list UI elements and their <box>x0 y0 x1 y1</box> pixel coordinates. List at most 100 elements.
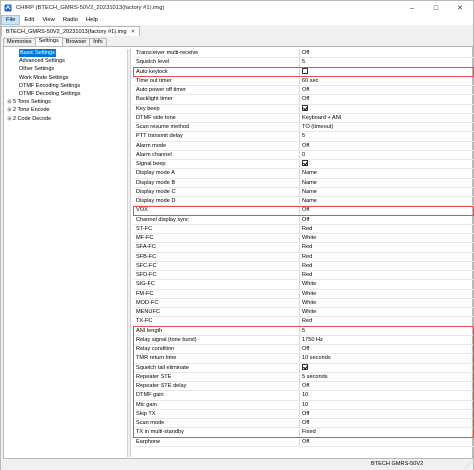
setting-value[interactable]: Off <box>300 49 474 57</box>
setting-value[interactable]: Off <box>300 206 474 214</box>
setting-row[interactable]: DTMF gain 10 <box>134 391 474 401</box>
setting-row[interactable]: Auto keylock <box>134 67 474 77</box>
setting-value[interactable]: 10 <box>300 391 474 399</box>
maximize-button[interactable]: ☐ <box>425 1 447 15</box>
menu-file[interactable]: File <box>1 15 21 25</box>
setting-value[interactable]: Keyboard + ANI <box>300 114 474 122</box>
setting-value[interactable]: TO (timeout) <box>300 123 474 131</box>
setting-row[interactable]: PTT transmit delay 5 <box>134 132 474 142</box>
setting-row[interactable]: ST-FC Red <box>134 224 474 234</box>
tree-item[interactable]: Basic Settings <box>6 49 116 58</box>
resize-grip-icon[interactable]: ⋰ <box>465 462 471 469</box>
setting-row[interactable]: Squelch level 5 <box>134 58 474 68</box>
setting-value[interactable] <box>300 104 474 113</box>
setting-row[interactable]: SFB-FC Red <box>134 252 474 262</box>
menu-view[interactable]: View <box>38 15 58 25</box>
setting-value[interactable]: 5 <box>300 132 474 140</box>
setting-row[interactable]: Mic gain 10 <box>134 400 474 410</box>
tree-item[interactable]: ⊞ 5 Tone Settings <box>6 98 116 106</box>
setting-value[interactable]: Fixed <box>300 428 474 436</box>
setting-row[interactable]: SFC-FC Red <box>134 261 474 271</box>
setting-row[interactable]: MOD-FC White <box>134 298 474 308</box>
setting-value[interactable]: White <box>300 308 474 316</box>
setting-row[interactable]: Display mode D Name <box>134 197 474 207</box>
menu-radio[interactable]: Radio <box>59 15 82 25</box>
setting-row[interactable]: Backlight timer Off <box>134 95 474 105</box>
setting-row[interactable]: VOX Off <box>134 206 474 216</box>
setting-value[interactable]: Off <box>300 86 474 94</box>
setting-row[interactable]: Squelch tail eliminate <box>134 363 474 373</box>
setting-row[interactable]: Auto power off timer Off <box>134 86 474 96</box>
setting-value[interactable]: 60 sec <box>300 77 474 85</box>
setting-value[interactable]: 1750 Hz <box>300 336 474 344</box>
setting-value[interactable]: Red <box>300 317 474 325</box>
setting-value[interactable]: Off <box>300 95 474 103</box>
setting-value[interactable]: White <box>300 299 474 307</box>
setting-value[interactable]: 10 seconds <box>300 354 474 362</box>
tree-item[interactable]: ⊞ 2 Tone Encode <box>6 106 116 114</box>
expand-icon[interactable]: ⊞ <box>6 106 13 114</box>
setting-row[interactable]: Transceiver multi-receive Off <box>134 49 474 59</box>
setting-checkbox[interactable] <box>302 363 308 370</box>
setting-value[interactable]: Off <box>300 345 474 353</box>
setting-checkbox[interactable] <box>302 104 308 111</box>
setting-value[interactable]: 5 seconds <box>300 373 474 381</box>
setting-row[interactable]: TX-FC Red <box>134 317 474 327</box>
setting-value[interactable]: Name <box>300 179 474 187</box>
setting-value[interactable]: White <box>300 234 474 242</box>
tree-item[interactable]: ⊞ 2 Code Decode <box>6 115 116 123</box>
setting-row[interactable]: Alarm channel 0 <box>134 150 474 160</box>
expand-icon[interactable]: ⊞ <box>6 98 13 106</box>
setting-row[interactable]: SFA-FC Red <box>134 243 474 253</box>
setting-row[interactable]: Alarm mode Off <box>134 141 474 151</box>
setting-value[interactable]: Name <box>300 169 474 177</box>
setting-row[interactable]: TMR return time 10 seconds <box>134 354 474 364</box>
setting-value[interactable]: Off <box>300 216 474 224</box>
setting-value[interactable] <box>300 67 474 76</box>
setting-row[interactable]: Time out timer 60 sec <box>134 76 474 86</box>
setting-row[interactable]: Channel display sync Off <box>134 215 474 225</box>
menu-help[interactable]: Help <box>82 15 102 25</box>
setting-checkbox[interactable] <box>302 160 308 167</box>
setting-value[interactable]: Off <box>300 438 474 446</box>
setting-checkbox[interactable] <box>302 67 308 74</box>
close-button[interactable]: ✕ <box>449 1 471 15</box>
close-tab-icon[interactable]: ✕ <box>131 29 136 35</box>
setting-row[interactable]: Earphone Off <box>134 437 474 447</box>
setting-row[interactable]: TX in multi-standby Fixed <box>134 428 474 438</box>
tab-browser[interactable]: Browser <box>61 38 91 46</box>
setting-value[interactable]: Red <box>300 243 474 251</box>
setting-row[interactable]: Display mode A Name <box>134 169 474 179</box>
setting-row[interactable]: Scan resume method TO (timeout) <box>134 123 474 133</box>
setting-row[interactable]: Relay condition Off <box>134 345 474 355</box>
menu-edit[interactable]: Edit <box>20 15 38 25</box>
setting-value[interactable]: White <box>300 280 474 288</box>
setting-row[interactable]: Key beep <box>134 104 474 114</box>
setting-value[interactable]: 5 <box>300 58 474 66</box>
setting-value[interactable] <box>300 160 474 168</box>
tab-settings[interactable]: Settings <box>34 37 63 46</box>
setting-value[interactable]: Off <box>300 382 474 390</box>
setting-value[interactable]: 0 <box>300 151 474 159</box>
setting-value[interactable]: Name <box>300 188 474 196</box>
setting-row[interactable]: MENUFC White <box>134 308 474 318</box>
setting-row[interactable]: Signal beep <box>134 160 474 170</box>
setting-row[interactable]: Relay signal (tone burst) 1750 Hz <box>134 335 474 345</box>
minimize-button[interactable]: – <box>401 1 423 15</box>
setting-value[interactable]: Off <box>300 410 474 418</box>
tree-item[interactable]: Other Settings <box>6 65 116 73</box>
setting-row[interactable]: FM-FC White <box>134 289 474 299</box>
setting-row[interactable]: Display mode B Name <box>134 178 474 188</box>
tab-info[interactable]: Info <box>89 38 107 46</box>
setting-value[interactable]: Red <box>300 253 474 261</box>
setting-row[interactable]: DTMF side tone Keyboard + ANI <box>134 113 474 123</box>
setting-row[interactable]: Repeater STE 5 seconds <box>134 372 474 382</box>
setting-value[interactable] <box>300 363 474 372</box>
setting-value[interactable]: Red <box>300 271 474 279</box>
setting-row[interactable]: Scan mode Off <box>134 419 474 429</box>
tab-memories[interactable]: Memories <box>3 38 36 46</box>
setting-value[interactable]: Red <box>300 225 474 233</box>
setting-row[interactable]: SIG-FC White <box>134 280 474 290</box>
setting-value[interactable]: White <box>300 290 474 298</box>
setting-row[interactable]: SFD-FC Red <box>134 271 474 281</box>
